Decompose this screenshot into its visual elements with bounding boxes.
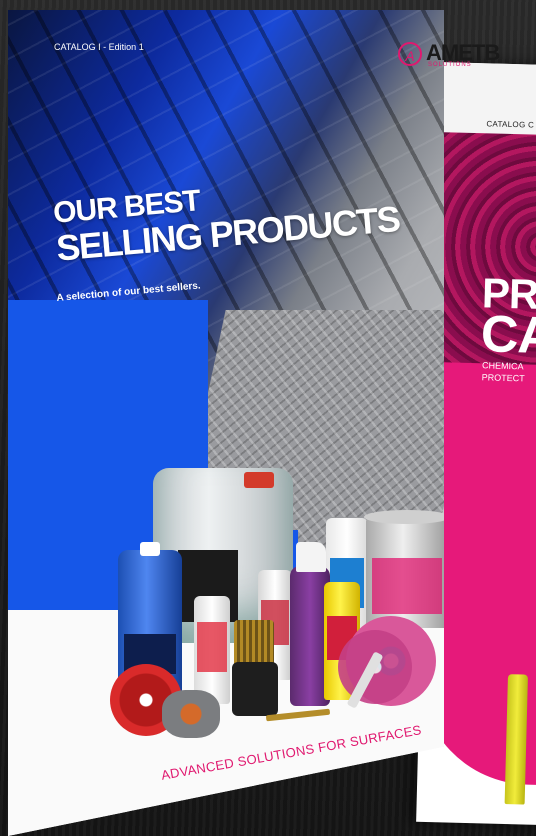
product-group <box>8 10 444 836</box>
back-title-line2: CA <box>480 305 536 366</box>
main-catalog-cover[interactable]: CATALOG I - Edition 1 OUR BEST SELLING P… <box>8 10 444 836</box>
blue-bottle-cap <box>140 542 160 556</box>
spray-can-label <box>197 622 227 672</box>
paint-can-lid <box>364 510 444 524</box>
back-subtitle-line2: PROTECT <box>481 372 525 384</box>
brand-sub: SOLUTIONS <box>428 62 472 68</box>
brand-mark-icon: A <box>398 42 422 66</box>
back-catalog-title: PR CA <box>480 269 536 366</box>
jerrycan-cap <box>244 472 274 488</box>
wire-brush-product <box>162 690 220 738</box>
trigger-spray-head <box>296 542 326 572</box>
back-catalog-label: CATALOG C <box>486 119 535 130</box>
paint-can-label <box>372 558 442 614</box>
back-subtitle-line1: CHEMICA <box>481 360 524 372</box>
drill-bit-case <box>232 662 278 716</box>
back-catalog-subtitle: CHEMICA PROTECT <box>482 359 526 384</box>
brand-logo[interactable]: A AMETB SOLUTIONS <box>398 38 500 74</box>
back-product-bottle <box>504 674 528 805</box>
